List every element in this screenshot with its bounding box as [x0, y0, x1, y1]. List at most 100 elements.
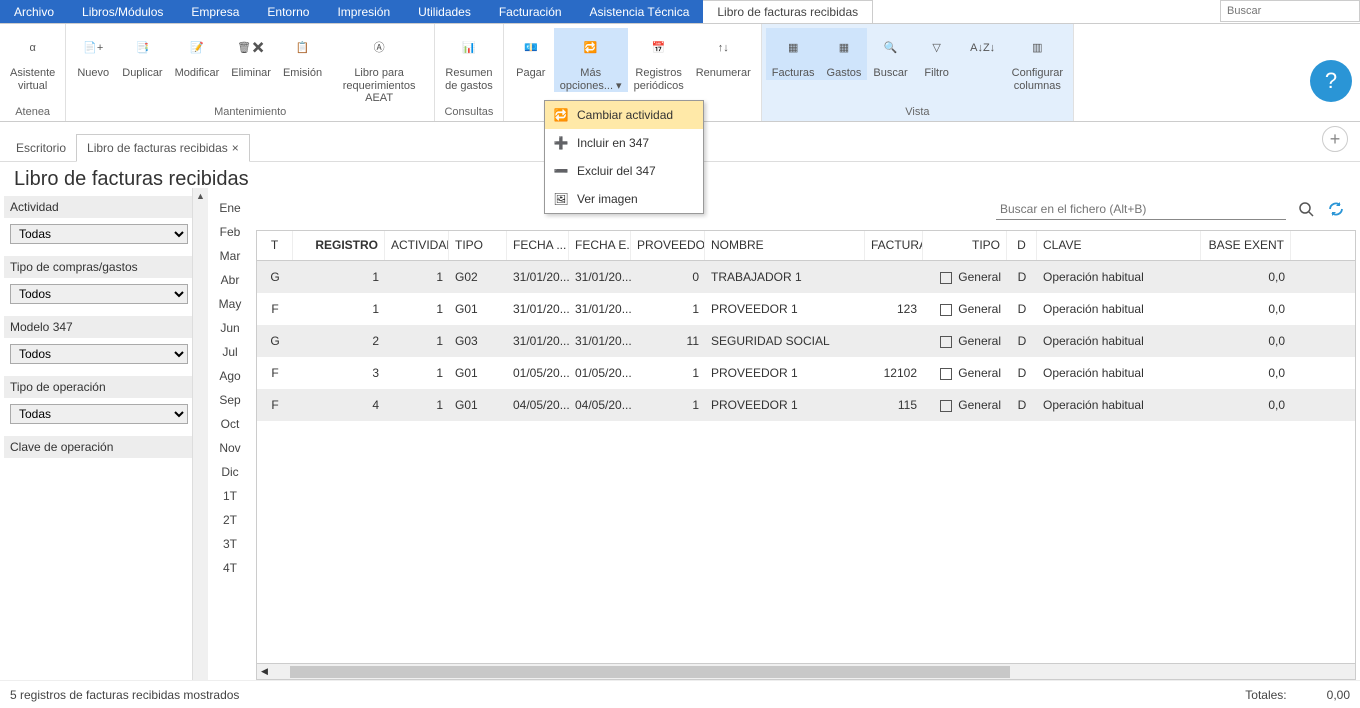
column-header[interactable]: NOMBRE	[705, 231, 865, 260]
grid-header: TREGISTROACTIVIDADTIPOFECHA ...FECHA E..…	[257, 231, 1355, 261]
month-abr[interactable]: Abr	[208, 268, 252, 292]
help-icon[interactable]: ?	[1310, 60, 1352, 102]
month-4t[interactable]: 4T	[208, 556, 252, 580]
dropdown-incluir-en-347[interactable]: ➕Incluir en 347	[545, 129, 703, 157]
facturas-toggle[interactable]: ▦Facturas	[766, 28, 821, 80]
column-header[interactable]: TIPO	[449, 231, 507, 260]
nuevo-button[interactable]: 📄+Nuevo	[70, 28, 116, 80]
column-header[interactable]: ACTIVIDAD	[385, 231, 449, 260]
dropdown-ver-imagen[interactable]: 🖼Ver imagen	[545, 185, 703, 213]
month-jul[interactable]: Jul	[208, 340, 252, 364]
refresh-icon[interactable]	[1326, 199, 1346, 219]
search-icon[interactable]	[1296, 199, 1316, 219]
month-ene[interactable]: Ene	[208, 196, 252, 220]
ribbon-tab-active[interactable]: Libro de facturas recibidas	[703, 0, 873, 23]
menu-asistencia-técnica[interactable]: Asistencia Técnica	[576, 0, 704, 23]
column-header[interactable]: TIPO	[923, 231, 1007, 260]
month-nav: EneFebMarAbrMayJunJulAgoSepOctNovDic1T2T…	[208, 188, 252, 680]
column-header[interactable]: T	[257, 231, 293, 260]
month-2t[interactable]: 2T	[208, 508, 252, 532]
menu-empresa[interactable]: Empresa	[177, 0, 253, 23]
month-3t[interactable]: 3T	[208, 532, 252, 556]
tab-escritorio[interactable]: Escritorio	[6, 135, 76, 161]
column-header[interactable]: FECHA E...	[569, 231, 631, 260]
sidebar-scrollbar[interactable]: ▲	[192, 188, 208, 680]
menu-utilidades[interactable]: Utilidades	[404, 0, 485, 23]
month-nov[interactable]: Nov	[208, 436, 252, 460]
registros-periodicos-button[interactable]: 📅Registrosperiódicos	[628, 28, 690, 92]
gastos-toggle[interactable]: ▦Gastos	[821, 28, 868, 80]
month-oct[interactable]: Oct	[208, 412, 252, 436]
column-header[interactable]: FECHA ...	[507, 231, 569, 260]
table-row[interactable]: F11G0131/01/20...31/01/20...1PROVEEDOR 1…	[257, 293, 1355, 325]
filter-select-tipo-de-operación[interactable]: Todas	[10, 404, 188, 424]
eliminar-button[interactable]: 🗑✖Eliminar	[225, 28, 277, 80]
scroll-up-icon[interactable]: ▲	[193, 188, 208, 204]
filter-select-modelo-347[interactable]: Todos	[10, 344, 188, 364]
filter-label: Modelo 347	[4, 316, 200, 338]
column-header[interactable]: REGISTRO	[293, 231, 385, 260]
month-dic[interactable]: Dic	[208, 460, 252, 484]
filter-select-actividad[interactable]: Todas	[10, 224, 188, 244]
menu-facturación[interactable]: Facturación	[485, 0, 576, 23]
month-sep[interactable]: Sep	[208, 388, 252, 412]
filter-label: Actividad	[4, 196, 200, 218]
menu-archivo[interactable]: Archivo	[0, 0, 68, 23]
checkbox-icon[interactable]	[940, 336, 952, 348]
dropdown-cambiar-actividad[interactable]: 🔁Cambiar actividad	[545, 101, 703, 129]
add-tab-button[interactable]: +	[1322, 126, 1348, 152]
filter-label: Tipo de operación	[4, 376, 200, 398]
totals-label: Totales:	[1245, 688, 1286, 702]
asistente-virtual[interactable]: αAsistentevirtual	[4, 28, 61, 92]
filter-label: Clave de operación	[4, 436, 200, 458]
month-feb[interactable]: Feb	[208, 220, 252, 244]
checkbox-icon[interactable]	[940, 368, 952, 380]
filter-label: Tipo de compras/gastos	[4, 256, 200, 278]
table-row[interactable]: F31G0101/05/20...01/05/20...1PROVEEDOR 1…	[257, 357, 1355, 389]
menu-libros-módulos[interactable]: Libros/Módulos	[68, 0, 177, 23]
emision-button[interactable]: 📋Emisión	[277, 28, 328, 80]
table-row[interactable]: G21G0331/01/20...31/01/20...11SEGURIDAD …	[257, 325, 1355, 357]
month-jun[interactable]: Jun	[208, 316, 252, 340]
checkbox-icon[interactable]	[940, 400, 952, 412]
month-1t[interactable]: 1T	[208, 484, 252, 508]
month-may[interactable]: May	[208, 292, 252, 316]
column-header[interactable]: D	[1007, 231, 1037, 260]
month-ago[interactable]: Ago	[208, 364, 252, 388]
modificar-button-icon: 📝	[180, 31, 214, 65]
table-row[interactable]: F41G0104/05/20...04/05/20...1PROVEEDOR 1…	[257, 389, 1355, 421]
global-search-input[interactable]	[1220, 0, 1360, 22]
renumerar-button[interactable]: ↑↓Renumerar	[690, 28, 757, 80]
pagar-button[interactable]: 💶Pagar	[508, 28, 554, 80]
mas-opciones-button[interactable]: 🔁Másopciones... ▾	[554, 28, 628, 92]
menu-impresión[interactable]: Impresión	[323, 0, 404, 23]
menu-entorno[interactable]: Entorno	[253, 0, 323, 23]
filter-select-tipo-de-compras-gastos[interactable]: Todos	[10, 284, 188, 304]
column-header[interactable]: CLAVE	[1037, 231, 1201, 260]
filtro-button[interactable]: ▽Filtro	[914, 28, 960, 80]
mas-opciones-button-icon: 🔁	[574, 31, 608, 65]
tab-libro-de-facturas-recibidas[interactable]: Libro de facturas recibidas×	[76, 134, 250, 162]
dropdown-excluir-del-347[interactable]: ➖Excluir del 347	[545, 157, 703, 185]
table-row[interactable]: G11G0231/01/20...31/01/20...0TRABAJADOR …	[257, 261, 1355, 293]
config-columnas-button[interactable]: ▥Configurarcolumnas	[1006, 28, 1069, 92]
modificar-button[interactable]: 📝Modificar	[169, 28, 226, 80]
checkbox-icon[interactable]	[940, 272, 952, 284]
buscar-button-icon: 🔍	[874, 31, 908, 65]
column-header[interactable]: PROVEEDOR	[631, 231, 705, 260]
libro-aeat-button-icon: Ⓐ	[362, 31, 396, 65]
close-icon[interactable]: ×	[232, 141, 239, 155]
buscar-button[interactable]: 🔍Buscar	[867, 28, 913, 80]
renumerar-button-icon: ↑↓	[706, 31, 740, 65]
sort-button[interactable]: A↓Z↓	[960, 28, 1006, 67]
invoice-grid: TREGISTROACTIVIDADTIPOFECHA ...FECHA E..…	[256, 230, 1356, 680]
duplicar-button[interactable]: 📑Duplicar	[116, 28, 168, 80]
month-mar[interactable]: Mar	[208, 244, 252, 268]
column-header[interactable]: BASE EXENT	[1201, 231, 1291, 260]
resumen-gastos-button[interactable]: 📊Resumende gastos	[439, 28, 499, 92]
grid-search-input[interactable]	[996, 198, 1286, 220]
column-header[interactable]: FACTURA	[865, 231, 923, 260]
libro-aeat-button[interactable]: ⒶLibro pararequerimientos AEAT	[328, 28, 430, 105]
grid-horizontal-scrollbar[interactable]: ◀	[257, 663, 1355, 679]
checkbox-icon[interactable]	[940, 304, 952, 316]
